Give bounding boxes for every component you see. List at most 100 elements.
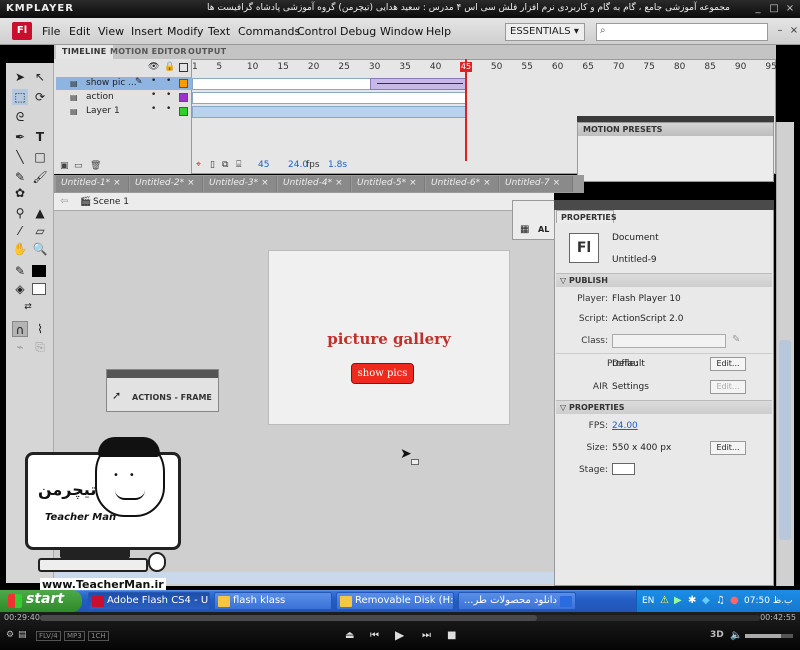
publish-section-header[interactable]: ▽ PUBLISH bbox=[556, 273, 772, 287]
back-arrow-icon[interactable]: ⇦ bbox=[60, 196, 68, 207]
play-icon[interactable]: ▶ bbox=[395, 628, 404, 642]
properties-section-header[interactable]: ▽ PROPERTIES bbox=[556, 400, 772, 414]
stroke-color-swatch[interactable] bbox=[32, 265, 46, 277]
taskbar-item-flash[interactable]: Adobe Flash CS4 - Un... bbox=[88, 592, 210, 610]
onion-outline-icon[interactable]: ▯ bbox=[210, 160, 215, 170]
lock-icon[interactable]: 🔒 bbox=[164, 62, 175, 72]
tab-motion-editor[interactable]: MOTION EDITOR bbox=[104, 45, 193, 59]
motion-presets-tab[interactable]: MOTION PRESETS bbox=[578, 123, 773, 136]
close-tab-icon[interactable]: × bbox=[187, 178, 195, 188]
tab-properties[interactable]: PROPERTIES bbox=[556, 210, 617, 223]
taskbar-item-removable-disk[interactable]: Removable Disk (H:) bbox=[336, 592, 454, 610]
clock[interactable]: 07:50 ب.ظ bbox=[744, 596, 792, 606]
option-icon[interactable]: ⎘ bbox=[32, 339, 48, 355]
app-close-icon[interactable]: × bbox=[788, 25, 800, 37]
playhead[interactable] bbox=[465, 59, 467, 161]
layer-row-layer1[interactable]: ▤ Layer 1 • • bbox=[56, 104, 192, 118]
document-tab[interactable]: Untitled-6* × bbox=[426, 176, 499, 192]
free-transform-tool-icon[interactable]: ⬚ bbox=[12, 89, 28, 105]
app-minimize-icon[interactable]: – bbox=[774, 25, 786, 37]
frame-span-action[interactable] bbox=[192, 92, 467, 104]
modify-markers-icon[interactable]: ⌸ bbox=[236, 160, 241, 170]
speaker-icon[interactable]: 🔈 bbox=[730, 630, 742, 641]
language-indicator[interactable]: EN bbox=[642, 596, 654, 606]
straighten-icon[interactable]: ⌁ bbox=[12, 339, 28, 355]
air-edit-button[interactable]: Edit... bbox=[710, 380, 746, 394]
brush-tool-icon[interactable]: 🖌 bbox=[32, 169, 48, 185]
close-tab-icon[interactable]: × bbox=[553, 178, 561, 188]
align-panel-stub[interactable] bbox=[512, 200, 556, 240]
close-tab-icon[interactable]: × bbox=[409, 178, 417, 188]
new-folder-icon[interactable]: ▭ bbox=[74, 161, 83, 171]
hand-tool-icon[interactable]: ✋ bbox=[12, 241, 28, 257]
pencil-tool-icon[interactable]: ✎ bbox=[12, 169, 28, 185]
menu-text[interactable]: Text bbox=[208, 25, 230, 38]
tray-icon[interactable]: ◆ bbox=[702, 595, 710, 606]
scene-name[interactable]: Scene 1 bbox=[93, 197, 129, 207]
document-tab[interactable]: Untitled-4* × bbox=[278, 176, 351, 192]
close-tab-icon[interactable]: × bbox=[113, 178, 121, 188]
subselection-tool-icon[interactable]: ↖ bbox=[32, 69, 48, 85]
swap-colors-icon[interactable]: ⇄ bbox=[20, 299, 36, 315]
deco-tool-icon[interactable]: ✿ bbox=[12, 185, 28, 201]
selection-tool-icon[interactable]: ➤ bbox=[12, 69, 28, 85]
menu-view[interactable]: View bbox=[98, 25, 124, 38]
actions-panel-grip[interactable] bbox=[107, 370, 218, 378]
fill-color-swatch[interactable] bbox=[32, 283, 46, 295]
previous-icon[interactable]: ⏮ bbox=[370, 630, 379, 641]
rectangle-tool-icon[interactable]: □ bbox=[32, 149, 48, 165]
minimize-icon[interactable]: _ bbox=[752, 3, 764, 15]
outline-icon[interactable] bbox=[179, 63, 188, 72]
paint-bucket-icon[interactable]: ▲ bbox=[32, 205, 48, 221]
tab-output[interactable]: OUTPUT bbox=[182, 45, 232, 59]
size-edit-button[interactable]: Edit... bbox=[710, 441, 746, 455]
workspace-switcher[interactable]: ESSENTIALS ▾ bbox=[505, 23, 585, 41]
document-tab[interactable]: Untitled-1* × bbox=[56, 176, 129, 192]
stage-title-text[interactable]: picture gallery bbox=[268, 330, 510, 348]
tray-icon[interactable]: ✱ bbox=[688, 595, 696, 606]
onion-skin-icon[interactable]: ⌖ bbox=[196, 160, 201, 170]
menu-window[interactable]: Window bbox=[380, 25, 423, 38]
close-icon[interactable]: × bbox=[784, 3, 796, 15]
fill-color-icon[interactable]: ◈ bbox=[12, 281, 28, 297]
eyedropper-icon[interactable]: ⁄ bbox=[12, 223, 28, 239]
layer-row-show-pic[interactable]: ▤ show pic ... ✎ • • bbox=[56, 76, 192, 90]
fps-value[interactable]: 24.00 bbox=[612, 421, 638, 431]
eraser-icon[interactable]: ▱ bbox=[32, 223, 48, 239]
next-icon[interactable]: ⏭ bbox=[422, 630, 431, 641]
close-tab-icon[interactable]: × bbox=[335, 178, 343, 188]
pen-tool-icon[interactable]: ✒ bbox=[12, 129, 28, 145]
zoom-tool-icon[interactable]: 🔍 bbox=[32, 241, 48, 257]
scrollbar-thumb[interactable] bbox=[779, 340, 791, 540]
tray-icon[interactable]: ● bbox=[730, 595, 739, 606]
taskbar-item-flash-klass[interactable]: flash klass bbox=[214, 592, 332, 610]
menu-insert[interactable]: Insert bbox=[131, 25, 163, 38]
eye-icon[interactable]: 👁 bbox=[148, 62, 159, 72]
volume-icon[interactable]: ♫ bbox=[716, 595, 725, 606]
stroke-color-icon[interactable]: ✎ bbox=[12, 263, 28, 279]
smooth-icon[interactable]: ⌇ bbox=[32, 321, 48, 337]
menu-debug[interactable]: Debug bbox=[340, 25, 376, 38]
profile-edit-button[interactable]: Edit... bbox=[710, 357, 746, 371]
maximize-icon[interactable]: □ bbox=[768, 3, 780, 15]
stage-color-swatch[interactable] bbox=[612, 463, 635, 475]
stop-icon[interactable]: ■ bbox=[447, 630, 456, 641]
new-layer-icon[interactable]: ▣ bbox=[60, 161, 69, 171]
menu-commands[interactable]: Commands bbox=[238, 25, 300, 38]
tray-icon[interactable]: ▶ bbox=[674, 595, 682, 606]
menu-edit[interactable]: Edit bbox=[69, 25, 90, 38]
menu-file[interactable]: File bbox=[42, 25, 60, 38]
3d-toggle[interactable]: 3D bbox=[710, 630, 724, 640]
tray-icon[interactable]: ⚠ bbox=[660, 595, 669, 606]
class-field[interactable] bbox=[612, 334, 726, 348]
bone-tool-icon[interactable]: ⚲ bbox=[12, 205, 28, 221]
text-tool-icon[interactable]: T bbox=[32, 129, 48, 145]
menu-control[interactable]: Control bbox=[297, 25, 337, 38]
document-tab[interactable]: Untitled-2* × bbox=[130, 176, 203, 192]
delete-layer-icon[interactable]: 🗑 bbox=[90, 161, 101, 171]
3d-rotation-tool-icon[interactable]: ⟳ bbox=[32, 89, 48, 105]
lasso-tool-icon[interactable]: ᘓ bbox=[12, 109, 28, 125]
frame-span-layer1[interactable] bbox=[192, 106, 467, 118]
show-pics-button[interactable]: show pics bbox=[351, 363, 414, 384]
search-input[interactable] bbox=[612, 24, 762, 40]
